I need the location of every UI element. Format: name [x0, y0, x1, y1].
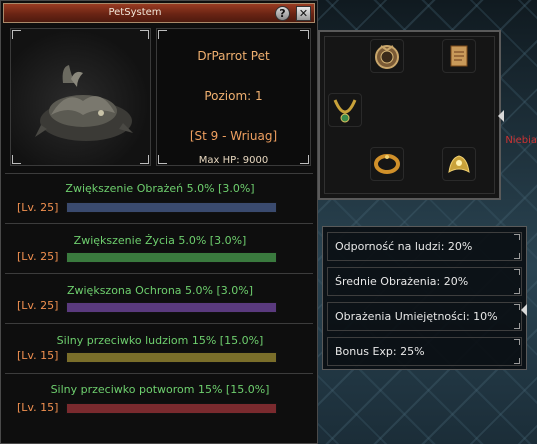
- item-slot[interactable]: [370, 147, 404, 181]
- item-panel-inner: [324, 36, 495, 194]
- bonus-bar: [66, 352, 277, 363]
- stat-text: Średnie Obrażenia: 20%: [335, 275, 469, 288]
- scroll-icon: [450, 45, 468, 67]
- bonus-bar: [66, 202, 277, 213]
- pet-level: Poziom: 1: [204, 89, 263, 103]
- frame-corner: [158, 30, 167, 39]
- row-divider: [5, 273, 313, 274]
- pet-stats-panel: Odporność na ludzi: 20% Średnie Obrażeni…: [322, 226, 527, 370]
- pet-item-panel: [318, 30, 501, 200]
- bonus-bar: [66, 302, 277, 313]
- frame-corner: [514, 358, 520, 364]
- window-titlebar[interactable]: PetSystem ? ✕: [3, 3, 315, 23]
- frame-corner: [514, 304, 520, 310]
- row-divider: [5, 373, 313, 374]
- frame-corner: [514, 339, 520, 345]
- pet-max-hp: Max HP: 9000: [198, 155, 269, 166]
- bonus-label: Silny przeciwko ludziom 15% [15.0%]: [56, 334, 264, 347]
- bonus-level: [Lv. 15]: [17, 349, 59, 362]
- bonus-level: [Lv. 25]: [17, 299, 59, 312]
- frame-corner: [140, 30, 149, 39]
- frame-corner: [12, 155, 21, 164]
- npc-name-label: Niebia: [505, 135, 537, 146]
- stat-text: Obrażenia Umiejętności: 10%: [335, 310, 498, 323]
- necklace-icon: [333, 99, 357, 123]
- frame-corner: [514, 234, 520, 240]
- bracelet-icon: [374, 154, 400, 174]
- frame-corner: [514, 269, 520, 275]
- section-divider: [5, 173, 313, 174]
- item-slot[interactable]: [370, 39, 404, 73]
- frame-corner: [514, 323, 520, 329]
- bonus-bar: [66, 403, 277, 414]
- pet-name: DrParrot Pet: [197, 49, 270, 63]
- stat-row: Średnie Obrażenia: 20%: [327, 267, 522, 296]
- wing-emblem-icon: [448, 155, 470, 173]
- stat-text: Odporność na ludzi: 20%: [335, 240, 473, 253]
- pet-stage: [St 9 - Wriuag]: [189, 129, 278, 143]
- pet-creature-image: [35, 65, 133, 141]
- stat-text: Bonus Exp: 25%: [335, 345, 425, 358]
- stat-row: Odporność na ludzi: 20%: [327, 232, 522, 261]
- bonus-level: [Lv. 25]: [17, 201, 59, 214]
- bonus-label: Zwiększona Ochrona 5.0% [3.0%]: [66, 284, 254, 297]
- bonus-label: Silny przeciwko potworom 15% [15.0%]: [50, 383, 270, 396]
- frame-corner: [140, 155, 149, 164]
- window-title: PetSystem: [108, 7, 162, 18]
- stat-row: Obrażenia Umiejętności: 10%: [327, 302, 522, 331]
- panel-expand-arrow[interactable]: [498, 110, 504, 122]
- row-divider: [5, 223, 313, 224]
- bonus-bar: [66, 252, 277, 263]
- bonus-level: [Lv. 25]: [17, 250, 59, 263]
- bonus-level: [Lv. 15]: [17, 401, 59, 414]
- frame-corner: [12, 30, 21, 39]
- frame-corner: [300, 30, 309, 39]
- stat-row: Bonus Exp: 25%: [327, 337, 522, 366]
- stats-expand-arrow[interactable]: [521, 304, 527, 316]
- pet-info-panel: DrParrot Pet Poziom: 1 [St 9 - Wriuag] M…: [156, 28, 311, 166]
- frame-corner: [514, 288, 520, 294]
- pet-portrait: [10, 28, 151, 166]
- pet-system-window: PetSystem ? ✕ DrParrot Pet Poziom: 1 [St…: [0, 0, 318, 444]
- close-button[interactable]: ✕: [296, 6, 311, 21]
- row-divider: [5, 323, 313, 324]
- frame-corner: [514, 253, 520, 259]
- bonus-label: Zwiększenie Obrażeń 5.0% [3.0%]: [65, 182, 255, 195]
- item-slot[interactable]: [328, 93, 362, 127]
- bonus-label: Zwiększenie Życia 5.0% [3.0%]: [73, 234, 247, 247]
- item-slot[interactable]: [442, 39, 476, 73]
- compass-pendant-icon: [375, 45, 399, 69]
- help-button[interactable]: ?: [275, 6, 290, 21]
- item-slot[interactable]: [442, 147, 476, 181]
